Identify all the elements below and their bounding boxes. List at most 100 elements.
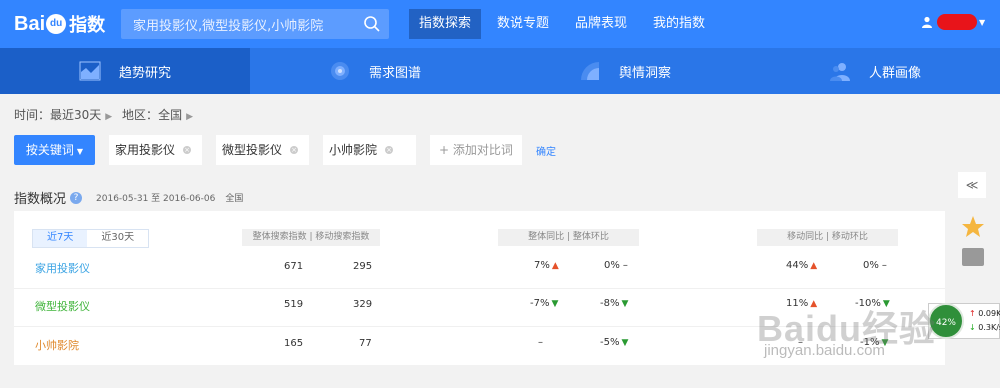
users-icon (829, 63, 850, 81)
secondary-nav: 趋势研究 需求图谱 舆情洞察 人群画像 (0, 48, 1000, 94)
share-icon[interactable]: ≪ (958, 172, 986, 198)
total-mom: -8% ▼ (600, 298, 628, 309)
upload-speed: ↑ 0.09K/s (969, 309, 1000, 318)
value: 0% (604, 260, 620, 271)
total-index: 165 (284, 338, 304, 349)
mobile-mom: 0% – (863, 260, 887, 271)
signal-icon (580, 62, 599, 80)
total-yoy: – (538, 337, 543, 348)
chevron-down-icon: ▼ (76, 147, 84, 156)
caret-right-icon: ▶ (105, 112, 113, 122)
region-text: 全国 (225, 194, 244, 204)
caret-right-icon: ▶ (186, 112, 193, 122)
close-icon[interactable]: × (290, 146, 299, 154)
value: 7% (534, 260, 550, 271)
keyword-label: 家用投影仪 (115, 143, 176, 157)
avatar (937, 14, 977, 30)
arrow-down-icon: ▼ (621, 338, 629, 348)
search-icon[interactable] (363, 15, 381, 33)
chat-icon[interactable] (962, 248, 984, 266)
network-usage-ball[interactable]: 42% (928, 303, 964, 339)
date-range: 2016-05-31 至 2016-06-06 (96, 194, 216, 204)
download-speed: ↓ 0.3K/s (969, 323, 1000, 332)
mobile-yoy: – (798, 337, 803, 348)
add-compare-label: 添加对比词 (452, 143, 513, 157)
keyword-chip[interactable]: 微型投影仪 × (216, 135, 309, 165)
arrow-down-icon: ▼ (551, 299, 559, 309)
add-compare-button[interactable]: + 添加对比词 (430, 135, 522, 165)
search-input[interactable] (121, 9, 361, 39)
row-divider (14, 288, 945, 289)
tab-trend-research[interactable]: 趋势研究 (0, 48, 250, 94)
plus-icon: + (439, 143, 453, 157)
region-filter[interactable]: 全国 (158, 108, 182, 122)
keyword-name[interactable]: 微型投影仪 (35, 298, 90, 314)
header-total-change: 整体同比 | 整体环比 (498, 229, 639, 246)
tab-7-days[interactable]: 近7天 (33, 230, 88, 247)
tab-sentiment-insight[interactable]: 舆情洞察 (500, 48, 750, 94)
value: -1% (860, 337, 880, 348)
overview-header: 指数概况 ? 2016-05-31 至 2016-06-06 全国 (14, 188, 243, 207)
help-icon[interactable]: ? (70, 191, 83, 204)
tab-label: 舆情洞察 (618, 65, 671, 81)
arrow-down-icon: ↓ (969, 323, 976, 332)
tab-label: 趋势研究 (118, 65, 171, 81)
header-mobile-change: 移动同比 | 移动环比 (757, 229, 898, 246)
dash-icon: – (622, 260, 628, 271)
total-mom: 0% – (604, 260, 628, 271)
value: -5% (600, 337, 620, 348)
keyword-label: 小帅影院 (329, 143, 378, 157)
area-chart-icon (79, 61, 101, 81)
star-icon[interactable] (960, 214, 986, 240)
value: -8% (600, 298, 620, 309)
user-icon (922, 16, 932, 28)
paw-icon: du (46, 14, 67, 34)
close-icon[interactable]: × (385, 146, 394, 154)
tab-demand-map[interactable]: 需求图谱 (250, 48, 500, 94)
logo-suffix: 指数 (69, 15, 106, 35)
time-label: 时间： (14, 108, 51, 122)
time-filter[interactable]: 最近30天 (50, 108, 101, 122)
user-menu[interactable]: ▼ (921, 14, 985, 30)
keyword-chip[interactable]: 家用投影仪 × (109, 135, 202, 165)
arrow-up-icon: ↑ (969, 309, 976, 318)
logo-text: Bai (14, 12, 46, 35)
keyword-row: 按关键词 ▼ 家用投影仪 × 微型投影仪 × 小帅影院 × + 添加对比词 确定 (14, 135, 556, 165)
keyword-chip[interactable]: 小帅影院 × (323, 135, 416, 165)
by-keyword-button[interactable]: 按关键词 ▼ (14, 135, 95, 165)
value: 11% (786, 298, 809, 309)
mobile-mom: -1% ▼ (860, 337, 888, 348)
tab-30-days[interactable]: 近30天 (87, 230, 149, 247)
nav-data-topics[interactable]: 数说专题 (487, 9, 559, 39)
total-mom: -5% ▼ (600, 337, 628, 348)
header-search-index: 整体搜索指数 | 移动搜索指数 (242, 229, 380, 246)
dash-icon: – (881, 260, 887, 271)
keyword-name[interactable]: 家用投影仪 (35, 260, 90, 276)
nav-brand-performance[interactable]: 品牌表现 (565, 9, 637, 39)
tab-label: 人群画像 (868, 65, 921, 81)
nav-my-index[interactable]: 我的指数 (643, 9, 715, 39)
arrow-down-icon: ▼ (882, 299, 890, 309)
total-yoy: -7% ▼ (530, 298, 558, 309)
period-toggle: 近7天 近30天 (32, 229, 150, 248)
confirm-link[interactable]: 确定 (536, 143, 556, 158)
close-icon[interactable]: × (183, 146, 192, 154)
baidu-index-logo[interactable]: Bai du 指数 (14, 9, 105, 39)
arrow-down-icon: ▼ (621, 299, 629, 309)
keyword-label: 微型投影仪 (222, 143, 283, 157)
value: -7% (530, 298, 550, 309)
mobile-index: 329 (353, 299, 373, 310)
nav-index-explore[interactable]: 指数探索 (409, 9, 482, 39)
overview-card: 近7天 近30天 整体搜索指数 | 移动搜索指数 整体同比 | 整体环比 移动同… (14, 211, 945, 365)
keyword-name[interactable]: 小帅影院 (35, 337, 79, 353)
target-icon (330, 62, 349, 80)
arrow-up-icon: ▲ (551, 261, 559, 271)
total-yoy: 7% ▲ (534, 260, 559, 271)
filter-breadcrumb: 时间：最近30天 ▶ 地区：全国 ▶ (14, 106, 199, 123)
search-box (121, 9, 389, 39)
row-divider (14, 326, 945, 327)
upload-value: 0.09K/s (978, 309, 1000, 318)
tab-audience-profile[interactable]: 人群画像 (750, 48, 1000, 94)
mobile-yoy: 44% ▲ (786, 260, 817, 271)
arrow-up-icon: ▲ (810, 261, 818, 271)
